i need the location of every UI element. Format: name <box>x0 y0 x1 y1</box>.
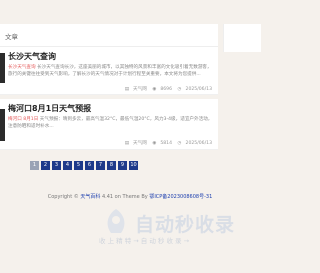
page-2[interactable]: 2 <box>41 161 50 170</box>
watermark: 自动秒收录 收 上 精 特 → 自 动 秒 收 录 → <box>95 207 255 247</box>
footer: Copyright © 天气百科 4.41 on Theme By 鄂ICP备2… <box>0 193 260 200</box>
watermark-title: 自动秒收录 <box>135 214 236 236</box>
article-title[interactable]: 梅河口8月1日天气预报 <box>8 103 91 114</box>
copyright-text: Copyright © <box>47 194 79 200</box>
footer-site-link[interactable]: 天气百科 <box>80 194 100 200</box>
article-category[interactable]: 天气网 <box>133 141 147 146</box>
category-icon: ▤ <box>124 141 130 146</box>
article-thumbnail[interactable] <box>0 53 5 83</box>
icp-link[interactable]: 鄂ICP备2023008608号-31 <box>149 194 212 200</box>
page-10[interactable]: 10 <box>129 161 138 170</box>
page-1[interactable]: 1 <box>30 161 39 170</box>
article-meta: ▤ 天气网 ◉ 8696 ◷ 2025/06/13 <box>121 86 212 92</box>
page-6[interactable]: 6 <box>85 161 94 170</box>
article-date: 2025/06/13 <box>185 141 212 146</box>
sidebar-card <box>223 24 261 52</box>
eye-icon: ◉ <box>152 87 157 92</box>
excerpt-keyword-link[interactable]: 梅河口 <box>8 117 22 122</box>
article-card[interactable]: 梅河口8月1日天气预报 梅河口 8月1日 天气预报：晴到多云，最高气温32°C，… <box>0 99 218 150</box>
category-icon: ▤ <box>124 87 130 92</box>
article-category[interactable]: 天气网 <box>133 87 147 92</box>
excerpt-text: 天气预报：晴到多云，最高气温32°C，最低气温20°C，风力3-4级，适宜户外活… <box>8 117 213 129</box>
excerpt-keyword-link[interactable]: 8月1日 <box>23 117 38 122</box>
clock-icon: ◷ <box>177 141 182 146</box>
pagination: 1 2 3 4 5 6 7 8 9 10 <box>30 161 138 171</box>
article-excerpt: 梅河口 8月1日 天气预报：晴到多云，最高气温32°C，最低气温20°C，风力3… <box>8 116 213 130</box>
rocket-logo-icon <box>107 209 125 233</box>
article-card[interactable]: 长沙天气查询 长沙天气查询 长沙天气查询长沙，这座美丽的城市，以其独特的风景和丰… <box>0 47 218 95</box>
article-thumbnail[interactable] <box>0 109 5 141</box>
eye-icon: ◉ <box>152 141 157 146</box>
page: 文章 长沙天气查询 长沙天气查询 长沙天气查询长沙，这座美丽的城市，以其独特的风… <box>0 0 261 273</box>
article-views: 8696 <box>160 87 173 92</box>
article-excerpt: 长沙天气查询 长沙天气查询长沙，这座美丽的城市，以其独特的风景和丰富的文化吸引着… <box>8 64 213 78</box>
article-meta: ▤ 天气网 ◉ 5814 ◷ 2025/06/13 <box>121 140 212 146</box>
article-date: 2025/06/13 <box>185 87 212 92</box>
article-views: 5814 <box>160 141 173 146</box>
page-5[interactable]: 5 <box>74 161 83 170</box>
page-8[interactable]: 8 <box>107 161 116 170</box>
article-title[interactable]: 长沙天气查询 <box>8 51 56 62</box>
watermark-subtitle: 收 上 精 特 → 自 动 秒 收 录 → <box>99 237 190 245</box>
page-9[interactable]: 9 <box>118 161 127 170</box>
page-7[interactable]: 7 <box>96 161 105 170</box>
theme-credit: 4.41 on Theme By <box>101 194 148 200</box>
excerpt-text: 长沙天气查询长沙，这座美丽的城市，以其独特的风景和丰富的文化吸引着无数游客，旅行… <box>8 65 212 77</box>
section-title: 文章 <box>5 33 18 41</box>
excerpt-keyword-link[interactable]: 长沙天气查询 <box>8 65 36 70</box>
clock-icon: ◷ <box>177 87 182 92</box>
page-3[interactable]: 3 <box>52 161 61 170</box>
section-header: 文章 <box>0 24 218 47</box>
page-4[interactable]: 4 <box>63 161 72 170</box>
